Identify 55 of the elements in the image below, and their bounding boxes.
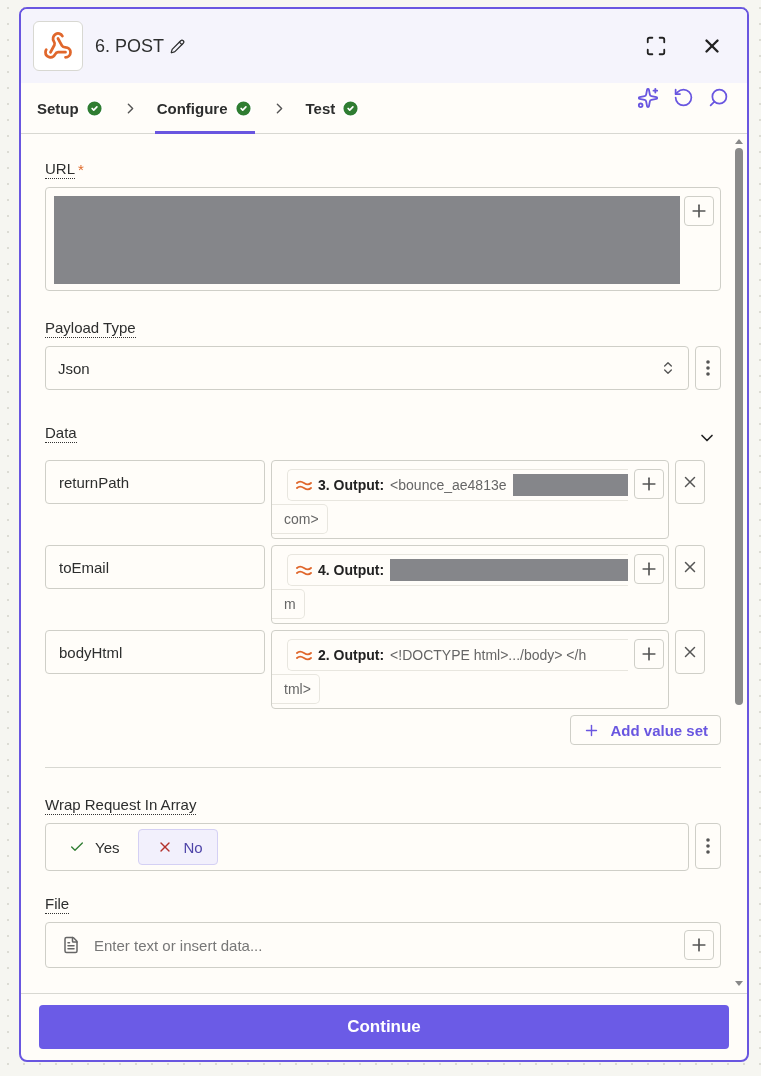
approx-icon (296, 649, 312, 661)
check-circle-icon (341, 99, 361, 118)
file-input[interactable]: Enter text or insert data... (92, 935, 672, 955)
expand-icon (645, 35, 667, 57)
value-field[interactable]: 2. Output: <!DOCTYPE html>.../body> </h tml> (271, 630, 669, 709)
data-pill-continuation: m (272, 589, 305, 619)
field-label: File (45, 895, 70, 914)
field-label: Wrap Request In Array (45, 796, 197, 815)
field-label: Data (45, 424, 77, 443)
check-circle-icon (233, 99, 253, 118)
key-field[interactable]: bodyHtml (45, 630, 265, 674)
insert-data-button[interactable] (634, 639, 664, 669)
step-tab[interactable]: Test (303, 83, 363, 134)
document-icon (62, 936, 80, 954)
file-field[interactable]: Enter text or insert data... (45, 922, 721, 968)
step-tab[interactable]: Configure (154, 83, 255, 134)
required-asterisk: * (78, 161, 84, 178)
more-options-button[interactable] (695, 823, 721, 869)
continue-button[interactable]: Continue (39, 1005, 729, 1049)
toggle-option[interactable]: Yes (50, 829, 135, 865)
data-pill: 3. Output: <bounce_ae4813e (287, 469, 628, 501)
remove-button[interactable] (675, 630, 705, 674)
approx-icon (296, 479, 312, 491)
value-field[interactable]: 4. Output: m (271, 545, 669, 624)
data-pill-continuation: com> (272, 504, 328, 534)
step-tab[interactable]: Setup (35, 83, 106, 134)
payload-type-select[interactable]: Json (45, 346, 689, 390)
field-label: URL (45, 160, 75, 179)
insert-data-button[interactable] (684, 196, 714, 226)
insert-data-button[interactable] (684, 930, 714, 960)
scroll-up-arrow-icon[interactable] (734, 138, 744, 144)
vertical-dots-icon (706, 838, 710, 854)
url-field[interactable] (45, 187, 721, 291)
check-circle-icon (84, 99, 104, 118)
edit-icon[interactable] (170, 38, 186, 54)
data-pill: 2. Output: <!DOCTYPE html>.../body> </h (287, 639, 628, 671)
key-field[interactable]: toEmail (45, 545, 265, 589)
insert-data-button[interactable] (634, 554, 664, 584)
more-options-button[interactable] (695, 346, 721, 390)
remove-button[interactable] (675, 460, 705, 504)
step-title: 6. POST (95, 35, 165, 57)
vertical-dots-icon (706, 360, 710, 376)
approx-icon (296, 564, 312, 576)
webhook-logo (33, 21, 83, 71)
add-value-set-button[interactable]: Add value set (570, 715, 721, 745)
insert-data-button[interactable] (634, 469, 664, 499)
field-label: Payload Type (45, 319, 136, 338)
data-pill-continuation: tml> (272, 674, 320, 704)
scroll-down-arrow-icon[interactable] (734, 981, 744, 987)
data-pill: 4. Output: (287, 554, 628, 586)
value-field[interactable]: 3. Output: <bounce_ae4813e com> (271, 460, 669, 539)
scrollbar[interactable] (733, 138, 745, 987)
key-field[interactable]: returnPath (45, 460, 265, 504)
remove-button[interactable] (675, 545, 705, 589)
toggle-option[interactable]: No (138, 829, 218, 865)
